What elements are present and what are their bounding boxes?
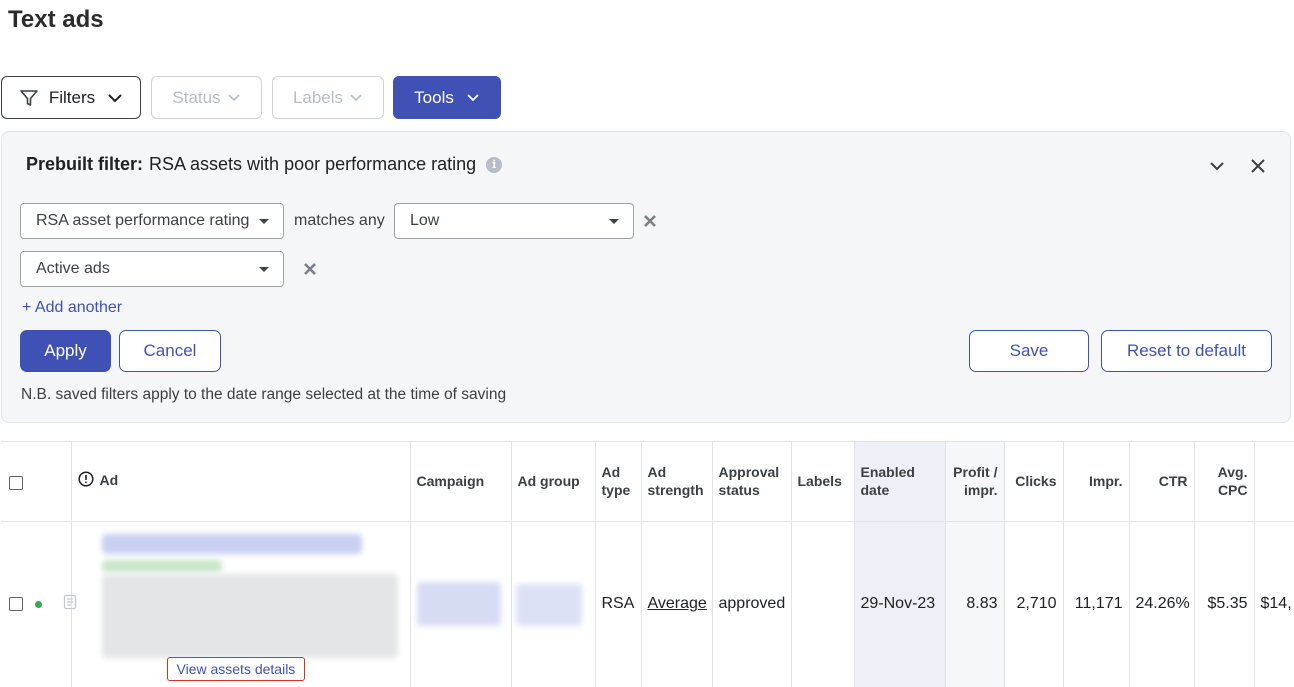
cost-cell: $14, [1254,521,1294,687]
tools-label: Tools [414,87,454,107]
select-all-checkbox[interactable] [9,475,23,490]
column-impr[interactable]: Impr. [1063,442,1130,522]
chevron-down-icon [227,93,241,102]
clicks-cell: 2,710 [1004,521,1064,687]
blurred-ad-description [101,573,398,658]
apply-button[interactable]: Apply [20,330,111,372]
column-labels[interactable]: Labels [791,442,855,522]
ad-strength-link[interactable]: Average [648,595,707,612]
tools-button[interactable]: Tools [393,76,501,119]
chevron-down-icon [107,93,123,103]
labels-cell [791,521,855,687]
rule1-value: Low [410,212,440,229]
ads-table: Ad Campaign Ad group Ad type Ad strength… [1,441,1294,687]
column-ad[interactable]: Ad [71,442,411,522]
rule1-operator: matches any [294,212,385,229]
blurred-ad-url [101,559,222,572]
row-checkbox[interactable] [9,597,23,611]
ad-type-cell: RSA [595,521,642,687]
remove-rule2-icon[interactable] [302,261,318,277]
column-ad-label: Ad [99,472,119,489]
column-campaign[interactable]: Campaign [410,442,512,522]
alert-circle-icon [77,471,94,491]
impr-cell: 11,171 [1063,521,1130,687]
rule2-field-select[interactable]: Active ads [20,251,284,287]
filters-label: Filters [48,87,96,107]
enabled-date-cell: 29-Nov-23 [854,521,946,687]
prebuilt-filter-name: RSA assets with poor performance rating [149,154,477,174]
caret-down-icon [609,219,619,224]
filter-panel: Prebuilt filter: RSA assets with poor pe… [1,131,1291,423]
page-title: Text ads [8,6,104,33]
remove-rule1-icon[interactable] [642,213,658,229]
filters-button[interactable]: Filters [1,76,141,119]
profit-impr-cell: 8.83 [945,521,1005,687]
saved-filters-note: N.B. saved filters apply to the date ran… [21,386,507,403]
add-another-link[interactable]: + Add another [22,299,122,317]
funnel-icon [19,88,39,108]
blurred-ad-group-name[interactable] [515,583,582,626]
column-profit-impr[interactable]: Profit / impr. [945,442,1005,522]
rule1-field-value: RSA asset performance rating [36,212,250,229]
table-row: View assets details RSA Average approved… [1,521,1294,687]
rule1-field-select[interactable]: RSA asset performance rating [20,203,284,239]
column-ad-type[interactable]: Ad type [595,442,642,522]
blurred-ad-headline [101,533,362,554]
chevron-down-icon [466,93,480,102]
column-avg-cpc[interactable]: Avg. CPC [1194,442,1255,522]
column-ctr[interactable]: CTR [1129,442,1195,522]
prebuilt-filter-prefix: Prebuilt filter: [26,154,144,174]
ctr-cell: 24.26% [1129,521,1195,687]
chevron-down-icon [349,93,363,102]
toolbar: Filters Status Labels Tools [1,76,601,119]
labels-label: Labels [292,87,344,107]
table-header-row: Ad Campaign Ad group Ad type Ad strength… [1,442,1294,522]
rule2-field-value: Active ads [36,260,110,277]
caret-down-icon [259,219,269,224]
info-icon[interactable]: i [486,156,503,173]
column-enabled-date[interactable]: Enabled date [854,442,946,522]
column-clicks[interactable]: Clicks [1004,442,1064,522]
caret-down-icon [259,267,269,272]
select-all-cell [1,442,72,522]
column-ad-strength[interactable]: Ad strength [641,442,713,522]
save-button[interactable]: Save [969,330,1089,372]
prebuilt-filter-heading: Prebuilt filter: RSA assets with poor pe… [26,154,503,175]
approval-status-cell: approved [712,521,792,687]
reset-to-default-button[interactable]: Reset to default [1101,330,1272,372]
status-active-dot [35,600,43,608]
collapse-chevron-icon[interactable] [1207,156,1227,176]
cancel-button[interactable]: Cancel [119,330,221,372]
ad-group-cell [511,521,596,687]
column-approval-status[interactable]: Approval status [712,442,792,522]
column-cost[interactable] [1254,442,1294,522]
campaign-cell [410,521,512,687]
ad-preview-cell: View assets details [71,521,411,687]
column-ad-group[interactable]: Ad group [511,442,596,522]
avg-cpc-cell: $5.35 [1194,521,1255,687]
view-assets-details-link[interactable]: View assets details [166,656,306,681]
status-button[interactable]: Status [151,76,262,119]
blurred-campaign-name[interactable] [416,581,501,626]
row-select-cell [1,521,77,687]
labels-button[interactable]: Labels [272,76,384,119]
ad-strength-cell: Average [641,521,713,687]
status-label: Status [172,87,221,107]
close-icon[interactable] [1248,156,1268,176]
rule1-value-select[interactable]: Low [394,203,634,239]
